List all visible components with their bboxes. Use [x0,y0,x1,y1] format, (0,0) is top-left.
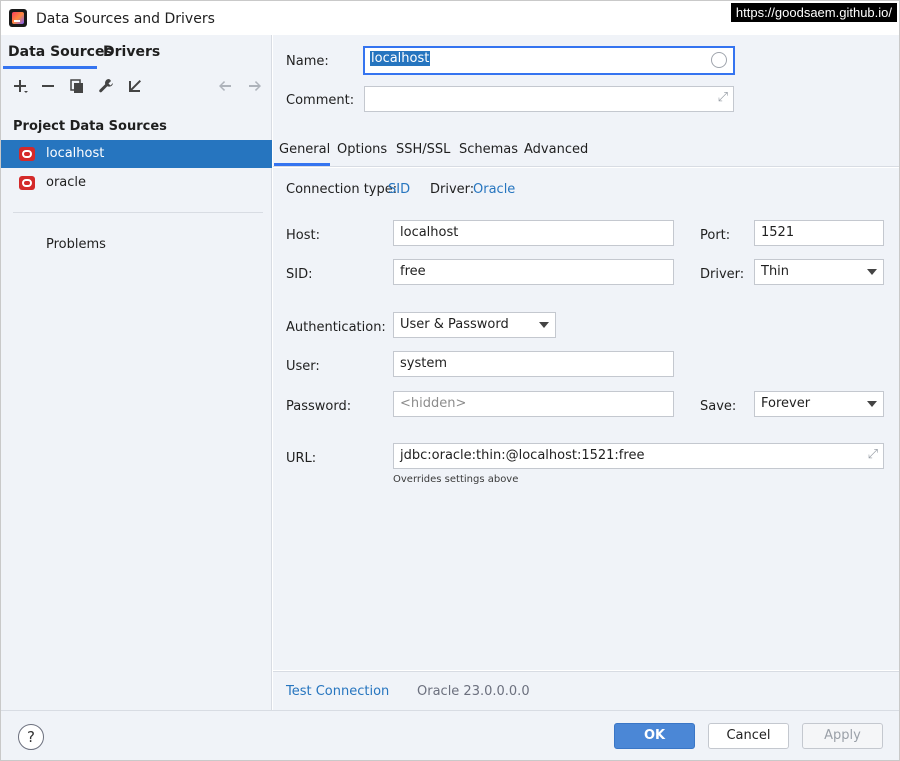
oracle-db-icon [19,147,35,161]
tab-drivers[interactable]: Drivers [103,44,160,60]
connection-type-link[interactable]: SID [388,182,410,197]
left-panel: Data Sources Drivers Project Data Source… [1,35,272,710]
save-label: Save: [700,399,737,414]
project-data-sources-heading: Project Data Sources [13,119,167,134]
host-value: localhost [400,225,459,240]
active-tab-indicator [3,66,97,69]
name-label: Name: [286,54,329,69]
apply-button[interactable]: Apply [802,723,883,749]
name-value: localhost [370,51,431,66]
active-tab-indicator [274,163,330,166]
user-value: system [400,356,447,371]
remove-icon[interactable] [37,75,59,97]
title-bar: Data Sources and Drivers https://goodsae… [1,1,899,35]
data-sources-dialog: Data Sources and Drivers https://goodsae… [0,0,900,761]
left-toolbar [1,71,272,101]
data-source-label: oracle [46,175,87,190]
help-button[interactable]: ? [18,724,44,750]
data-source-label: localhost [46,146,105,161]
driver-select-value: Thin [761,264,790,279]
save-value: Forever [761,396,811,411]
authentication-value: User & Password [400,317,509,332]
comment-input[interactable]: ⤢ [364,86,734,112]
user-input[interactable]: system [393,351,674,377]
sid-label: SID: [286,267,313,282]
url-hint: Overrides settings above [393,474,519,485]
port-value: 1521 [761,225,795,240]
ok-button[interactable]: OK [614,723,695,749]
authentication-select[interactable]: User & Password [393,312,556,338]
connection-footer: Test Connection Oracle 23.0.0.0.0 [273,671,899,710]
password-placeholder: <hidden> [400,396,467,411]
test-connection-link[interactable]: Test Connection [286,684,389,699]
driver-select[interactable]: Thin [754,259,884,285]
tab-advanced[interactable]: Advanced [524,142,588,157]
left-divider [13,212,263,213]
url-input[interactable]: jdbc:oracle:thin:@localhost:1521:free ⤢ [393,443,884,469]
general-tab-content: Connection type: SID Driver: Oracle Host… [273,168,899,670]
driver-label: Driver: [430,182,475,197]
tab-data-sources[interactable]: Data Sources [8,44,113,60]
chevron-down-icon [867,401,877,407]
app-logo-icon [9,9,27,27]
tab-ssh-ssl[interactable]: SSH/SSL [396,142,450,157]
expand-icon[interactable]: ⤢ [868,447,878,462]
port-label: Port: [700,228,731,243]
color-circle-icon[interactable] [711,52,727,68]
port-input[interactable]: 1521 [754,220,884,246]
left-tab-bar: Data Sources Drivers [1,35,272,69]
driver-version-text: Oracle 23.0.0.0.0 [417,684,530,699]
tab-general[interactable]: General [279,142,330,157]
password-label: Password: [286,399,352,414]
data-source-item-localhost[interactable]: localhost [1,140,272,168]
sid-value: free [400,264,426,279]
name-input[interactable]: localhost [363,46,735,75]
host-input[interactable]: localhost [393,220,674,246]
import-icon[interactable] [124,75,146,97]
comment-label: Comment: [286,93,355,108]
window-title: Data Sources and Drivers [36,11,215,27]
chevron-down-icon [539,322,549,328]
problems-item[interactable]: Problems [46,237,106,252]
driver-link[interactable]: Oracle [473,182,515,197]
name-comment-section: Name: localhost Comment: ⤢ [273,35,899,135]
add-icon[interactable] [9,75,31,97]
settings-tab-bar: General Options SSH/SSL Schemas Advanced [273,135,899,167]
dialog-button-bar: ? OK Cancel Apply [1,710,899,760]
password-input[interactable]: <hidden> [393,391,674,417]
authentication-label: Authentication: [286,320,386,335]
forward-arrow-icon[interactable] [244,75,266,97]
url-label: URL: [286,451,317,466]
right-panel: Name: localhost Comment: ⤢ General Optio… [273,35,899,710]
wrench-icon[interactable] [95,75,117,97]
driver-select-label: Driver: [700,267,745,282]
watermark-url: https://goodsaem.github.io/ [730,3,897,22]
url-value: jdbc:oracle:thin:@localhost:1521:free [400,448,645,463]
data-source-item-oracle[interactable]: oracle [1,169,272,197]
host-label: Host: [286,228,320,243]
tab-options[interactable]: Options [337,142,387,157]
copy-icon[interactable] [66,75,88,97]
user-label: User: [286,359,320,374]
expand-icon[interactable]: ⤢ [718,90,728,105]
save-select[interactable]: Forever [754,391,884,417]
cancel-button[interactable]: Cancel [708,723,789,749]
connection-type-label: Connection type: [286,182,398,197]
tab-schemas[interactable]: Schemas [459,142,518,157]
oracle-db-icon [19,176,35,190]
chevron-down-icon [867,269,877,275]
sid-input[interactable]: free [393,259,674,285]
back-arrow-icon[interactable] [214,75,236,97]
